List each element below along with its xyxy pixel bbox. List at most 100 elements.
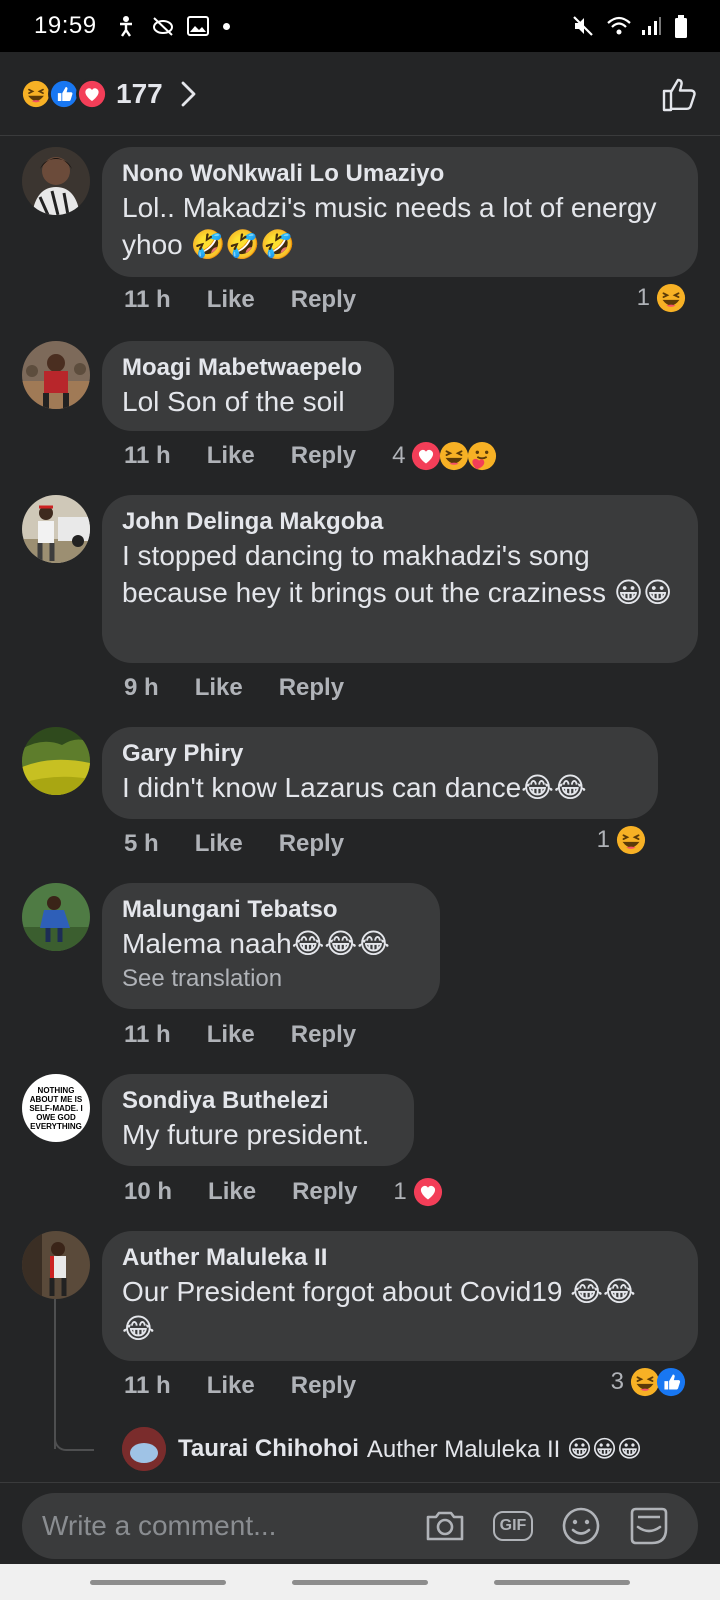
like-button[interactable]: Like (207, 286, 255, 314)
like-reaction-icon (656, 1367, 686, 1397)
comment-text: Our President forgot about Covid19 😂😂😂 (122, 1276, 636, 1344)
love-reaction-icon (76, 77, 108, 110)
gif-icon[interactable]: GIF (490, 1503, 536, 1549)
reply-text: Auther Maluleka II 😀😀😀 (366, 1435, 643, 1463)
comment-text: Malema naah😂😂😂 (122, 928, 390, 959)
comment-reactions[interactable]: 1 (393, 1177, 442, 1207)
camera-icon[interactable] (422, 1503, 468, 1549)
wifi-icon (606, 15, 631, 37)
like-button[interactable]: Like (207, 442, 255, 470)
reactions-header[interactable]: 177 (0, 52, 720, 136)
nav-back-button[interactable] (494, 1580, 630, 1585)
avatar[interactable] (22, 883, 90, 951)
like-button[interactable]: Like (207, 1021, 255, 1049)
comment-text: Lol.. Makadzi's music needs a lot of ene… (122, 192, 657, 260)
love-reaction-icon (413, 1177, 443, 1207)
comment-time: 11 h (124, 1372, 171, 1399)
avatar[interactable]: NOTHING ABOUT ME IS SELF-MADE. I OWE GOD… (22, 1074, 90, 1142)
see-translation-link[interactable]: See translation (122, 962, 420, 996)
reply-button[interactable]: Reply (291, 442, 356, 470)
comment-bubble[interactable]: Nono WoNkwali Lo Umaziyo Lol.. Makadzi's… (102, 147, 698, 277)
reply-button[interactable]: Reply (291, 1372, 356, 1400)
avatar[interactable] (22, 1231, 90, 1299)
gif-label: GIF (492, 1511, 534, 1541)
reply-preview[interactable]: Taurai Chihohoi Auther Maluleka II 😀😀😀 (122, 1427, 642, 1471)
comment-time: 11 h (124, 1021, 171, 1048)
reply-button[interactable]: Reply (292, 1178, 357, 1206)
comment-bubble[interactable]: Malungani Tebatso Malema naah😂😂😂 See tra… (102, 883, 440, 1009)
reply-button[interactable]: Reply (279, 674, 344, 702)
comment-bubble[interactable]: Sondiya Buthelezi My future president. (102, 1074, 414, 1166)
comment-time: 5 h (124, 830, 159, 857)
comment-text: My future president. (122, 1119, 370, 1150)
avatar[interactable] (22, 727, 90, 795)
comment-input[interactable] (42, 1493, 422, 1559)
comment-time: 11 h (124, 442, 171, 469)
laugh-reaction-icon (656, 283, 686, 313)
avatar[interactable] (22, 147, 90, 215)
comment-composer: GIF (0, 1482, 720, 1564)
comment-reactions[interactable]: 3 (611, 1367, 686, 1397)
battery-icon (674, 15, 696, 38)
reaction-count[interactable]: 177 (116, 78, 163, 110)
comment-author[interactable]: Moagi Mabetwaepelo (122, 353, 374, 383)
comment-author[interactable]: John Delinga Makgoba (122, 507, 678, 537)
mute-notification-icon (151, 15, 173, 37)
chevron-right-icon[interactable] (177, 79, 199, 109)
avatar[interactable] (22, 341, 90, 409)
comment-reaction-count: 1 (636, 284, 650, 311)
comment-actions: 11 h Like Reply (124, 1018, 356, 1052)
like-button[interactable]: Like (207, 1372, 255, 1400)
nav-recent-button[interactable] (90, 1580, 226, 1585)
comment-author[interactable]: Sondiya Buthelezi (122, 1086, 394, 1116)
reply-thread-connector (54, 1437, 94, 1451)
signal-icon (640, 15, 662, 37)
comment-author[interactable]: Auther Maluleka II (122, 1243, 678, 1273)
reply-button[interactable]: Reply (279, 830, 344, 858)
comment-author[interactable]: Nono WoNkwali Lo Umaziyo (122, 159, 678, 189)
notification-dot-icon (222, 22, 230, 30)
reply-button[interactable]: Reply (291, 1021, 356, 1049)
comment-author[interactable]: Gary Phiry (122, 739, 638, 769)
system-navigation-bar (0, 1564, 720, 1600)
nav-home-button[interactable] (292, 1580, 428, 1585)
comment-time: 9 h (124, 674, 159, 701)
comment-reaction-count: 1 (393, 1178, 407, 1205)
comment-bubble[interactable]: Moagi Mabetwaepelo Lol Son of the soil (102, 341, 394, 431)
composer-box[interactable]: GIF (22, 1493, 698, 1559)
comment-list[interactable]: Nono WoNkwali Lo Umaziyo Lol.. Makadzi's… (0, 137, 720, 1482)
reply-thread-line (54, 1299, 56, 1449)
comment-reactions[interactable]: 4 (392, 441, 497, 471)
reply-button[interactable]: Reply (291, 286, 356, 314)
laugh-reaction-icon (616, 825, 646, 855)
comment-reaction-count: 4 (392, 442, 406, 469)
comment-text: I didn't know Lazarus can dance😂😂 (122, 772, 587, 803)
like-button[interactable]: Like (195, 674, 243, 702)
status-bar: 19:59 (0, 0, 720, 52)
comment-reactions[interactable]: 1 (637, 283, 686, 313)
status-time: 19:59 (34, 12, 97, 39)
comment-reaction-count: 1 (596, 826, 610, 853)
mute-icon (572, 15, 594, 37)
comment-text: I stopped dancing to makhadzi's song bec… (122, 540, 673, 608)
reaction-summary[interactable] (20, 77, 108, 110)
comment-author[interactable]: Malungani Tebatso (122, 895, 420, 925)
reply-author[interactable]: Taurai Chihohoi (178, 1435, 359, 1463)
smiley-icon[interactable] (558, 1503, 604, 1549)
avatar[interactable] (22, 495, 90, 563)
avatar[interactable] (122, 1427, 166, 1471)
sticker-icon[interactable] (626, 1503, 672, 1549)
comment-actions: 5 h Like Reply (124, 827, 344, 861)
accessibility-icon (115, 15, 137, 37)
comment-time: 10 h (124, 1178, 173, 1205)
comment-bubble[interactable]: Gary Phiry I didn't know Lazarus can dan… (102, 727, 658, 819)
gallery-icon (186, 15, 209, 37)
comment-bubble[interactable]: Auther Maluleka II Our President forgot … (102, 1231, 698, 1361)
comment-actions: 11 h Like Reply (124, 283, 356, 317)
like-button[interactable]: Like (195, 830, 243, 858)
comment-bubble[interactable]: John Delinga Makgoba I stopped dancing t… (102, 495, 698, 663)
comment-reactions[interactable]: 1 (597, 825, 646, 855)
thumbs-up-icon[interactable] (660, 74, 700, 114)
love-reaction-icon (411, 441, 441, 471)
like-button[interactable]: Like (208, 1178, 256, 1206)
